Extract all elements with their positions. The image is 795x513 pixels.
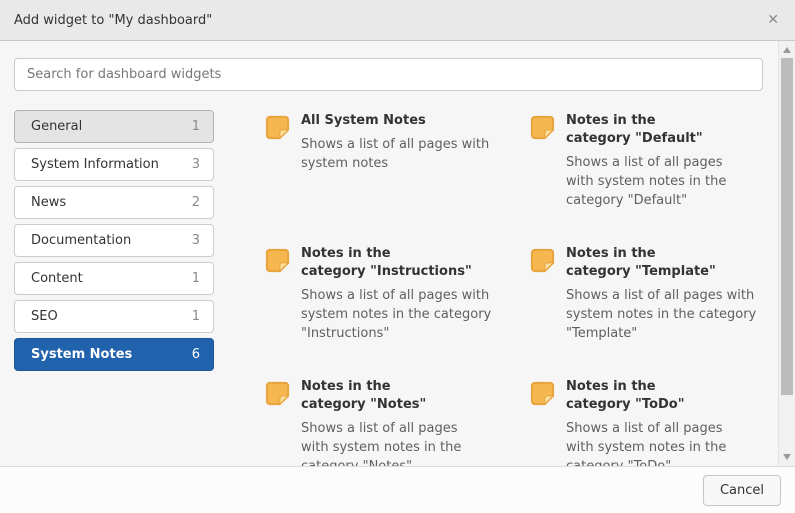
scrollbar-thumb[interactable] [781,58,793,395]
sticky-note-icon [264,114,291,141]
sidebar-item-news[interactable]: News 2 [14,186,214,219]
sidebar-item-content[interactable]: Content 1 [14,262,214,295]
sticky-note-icon [529,114,556,141]
category-label: SEO [31,309,58,324]
category-label: General [31,119,82,134]
category-count-badge: 3 [192,157,200,172]
sidebar-item-system-information[interactable]: System Information 3 [14,148,214,181]
dialog-header: Add widget to "My dashboard" ✕ [0,0,795,41]
widget-description: Shows a list of all pages with system no… [566,153,746,210]
scroll-up-arrow-icon[interactable] [783,47,791,53]
widget-card-text: All System Notes Shows a list of all pag… [301,112,529,173]
widget-card-notes-notes[interactable]: Notes in the category "Notes" Shows a li… [264,378,529,466]
widget-description: Shows a list of all pages with system no… [301,135,508,173]
category-count-badge: 1 [192,309,200,324]
scroll-viewport: General 1 System Information 3 News 2 Do… [0,41,778,466]
widget-card-text: Notes in the category "ToDo" Shows a lis… [566,378,778,466]
close-icon[interactable]: ✕ [767,13,779,27]
vertical-scrollbar [778,41,795,466]
widget-description: Shows a list of all pages with system no… [566,286,773,343]
widget-title: Notes in the category "ToDo" [566,378,778,414]
sidebar-item-general[interactable]: General 1 [14,110,214,143]
sticky-note-icon [264,380,291,407]
sidebar-item-documentation[interactable]: Documentation 3 [14,224,214,257]
category-count-badge: 2 [192,195,200,210]
sticky-note-icon [529,247,556,274]
widget-card-notes-todo[interactable]: Notes in the category "ToDo" Shows a lis… [529,378,778,466]
body-row: General 1 System Information 3 News 2 Do… [0,110,778,466]
widget-card-text: Notes in the category "Default" Shows a … [566,112,778,210]
category-count-badge: 1 [192,271,200,286]
dialog-title: Add widget to "My dashboard" [14,13,212,28]
widget-description: Shows a list of all pages with system no… [301,286,508,343]
category-count-badge: 3 [192,233,200,248]
category-label: System Notes [31,347,132,362]
widget-card-notes-default[interactable]: Notes in the category "Default" Shows a … [529,112,778,245]
sticky-note-icon [529,380,556,407]
dialog-body: General 1 System Information 3 News 2 Do… [0,41,795,466]
widget-card-notes-instructions[interactable]: Notes in the category "Instructions" Sho… [264,245,529,378]
widget-title: Notes in the category "Default" [566,112,778,148]
widget-card-text: Notes in the category "Template" Shows a… [566,245,778,343]
widget-card-text: Notes in the category "Notes" Shows a li… [301,378,529,466]
add-widget-dialog: Add widget to "My dashboard" ✕ General 1… [0,0,795,513]
widget-title: Notes in the category "Instructions" [301,245,529,281]
widget-card-notes-template[interactable]: Notes in the category "Template" Shows a… [529,245,778,378]
widget-list: All System Notes Shows a list of all pag… [264,112,778,466]
widget-title: Notes in the category "Template" [566,245,778,281]
widget-title: All System Notes [301,112,529,130]
widget-title: Notes in the category "Notes" [301,378,529,414]
search-input[interactable] [14,58,763,91]
widget-description: Shows a list of all pages with system no… [301,419,481,466]
category-label: Documentation [31,233,131,248]
category-label: Content [31,271,83,286]
sidebar-item-system-notes[interactable]: System Notes 6 [14,338,214,371]
category-count-badge: 1 [192,119,200,134]
sticky-note-icon [264,247,291,274]
widget-card-text: Notes in the category "Instructions" Sho… [301,245,529,343]
cancel-button[interactable]: Cancel [703,475,781,506]
scroll-down-arrow-icon[interactable] [783,454,791,460]
widget-description: Shows a list of all pages with system no… [566,419,746,466]
category-sidebar: General 1 System Information 3 News 2 Do… [14,110,214,376]
widget-card-all-system-notes[interactable]: All System Notes Shows a list of all pag… [264,112,529,245]
category-label: System Information [31,157,159,172]
sidebar-item-seo[interactable]: SEO 1 [14,300,214,333]
category-count-badge: 6 [192,347,200,362]
category-label: News [31,195,66,210]
dialog-footer: Cancel [0,466,795,513]
